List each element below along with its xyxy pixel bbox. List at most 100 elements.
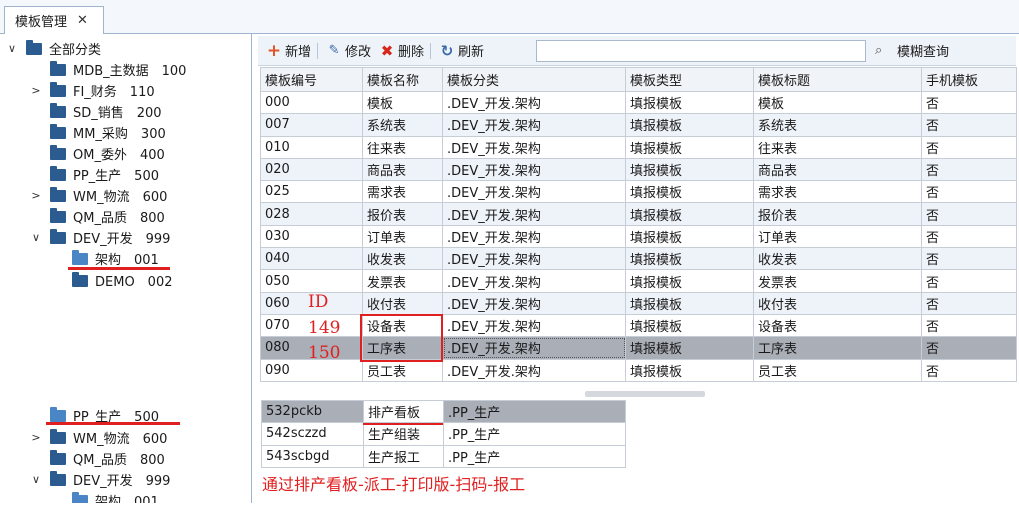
refresh-button[interactable]: ↻ 刷新 (439, 39, 484, 63)
column-header[interactable]: 手机模板 (921, 67, 1017, 92)
table-row[interactable]: 090 员工表 .DEV_开发.架构 填报模板 员工表否 (260, 358, 1017, 382)
table-cell[interactable]: 需求表 (753, 180, 922, 204)
chevron-right-icon[interactable]: > (30, 84, 42, 97)
table-cell[interactable]: .DEV_开发.架构 (442, 202, 626, 226)
table-cell[interactable]: 050 (260, 269, 363, 293)
table-cell[interactable]: 发票表 (753, 269, 922, 293)
fuzzy-search-button[interactable]: ⌕ 模糊查询 (875, 41, 949, 61)
tree-item-dev[interactable]: ∨ DEV_开发 999 (30, 227, 170, 248)
tree-item-pp[interactable]: PP_生产 500 (50, 164, 159, 185)
table-cell[interactable]: .DEV_开发.架构 (442, 180, 626, 204)
table-cell[interactable]: 往来表 (362, 135, 443, 159)
table-cell[interactable]: .DEV_开发.架构 (442, 157, 626, 182)
table-cell[interactable]: 排产看板 (363, 399, 444, 424)
table-cell[interactable]: 往来表 (753, 135, 922, 159)
table-cell[interactable]: 否 (921, 113, 1017, 137)
table-cell[interactable]: 025 (260, 180, 363, 204)
table-cell[interactable]: 否 (921, 180, 1017, 204)
tree-item-wm[interactable]: > WM_物流 600 (30, 427, 167, 448)
table-row-selected[interactable]: 532pckb 排产看板 .PP_生产 (261, 399, 626, 424)
tree-item-mdb[interactable]: MDB_主数据 100 (50, 59, 186, 80)
table-cell[interactable]: 否 (921, 157, 1017, 182)
table-row[interactable]: 542sczzd 生产组装 .PP_生产 (261, 422, 626, 446)
table-cell[interactable]: 模板 (362, 90, 443, 115)
table-cell[interactable]: 商品表 (753, 157, 922, 182)
table-cell[interactable]: 010 (260, 135, 363, 159)
tree-item-sd[interactable]: SD_销售 200 (50, 101, 162, 122)
table-cell[interactable]: .DEV_开发.架构 (442, 291, 626, 315)
table-cell[interactable]: 收付表 (753, 291, 922, 315)
table-row[interactable]: 010 往来表 .DEV_开发.架构 填报模板 往来表否 (260, 135, 1017, 159)
table-cell[interactable]: .DEV_开发.架构 (442, 135, 626, 159)
table-cell[interactable]: 542sczzd (261, 422, 364, 446)
table-cell[interactable]: 订单表 (753, 224, 922, 249)
column-header[interactable]: 模板名称 (362, 67, 443, 92)
table-cell[interactable]: 532pckb (261, 399, 364, 424)
table-cell[interactable]: 订单表 (362, 224, 443, 249)
table-row[interactable]: 000 模板 .DEV_开发.架构 填报模板 模板否 (260, 90, 1017, 115)
table-cell[interactable]: 否 (921, 135, 1017, 159)
table-cell[interactable]: 否 (921, 90, 1017, 115)
table-cell[interactable]: 填报模板 (625, 224, 754, 249)
table-cell[interactable]: 填报模板 (625, 247, 754, 271)
table-cell[interactable]: 模板 (753, 90, 922, 115)
table-cell[interactable]: 报价表 (362, 202, 443, 226)
column-header[interactable]: 模板编号 (260, 67, 363, 92)
table-cell[interactable]: 填报模板 (625, 269, 754, 293)
table-cell[interactable]: 否 (921, 247, 1017, 271)
table-cell[interactable]: 填报模板 (625, 202, 754, 226)
table-row[interactable]: 030 订单表 .DEV_开发.架构 填报模板 订单表否 (260, 224, 1017, 249)
column-header[interactable]: 模板类型 (625, 67, 754, 92)
table-cell[interactable]: 填报模板 (625, 113, 754, 137)
table-cell[interactable]: 否 (921, 291, 1017, 315)
table-cell[interactable]: 否 (921, 224, 1017, 249)
table-cell[interactable]: 填报模板 (625, 157, 754, 182)
tree-item-dev[interactable]: ∨ DEV_开发 999 (30, 469, 170, 490)
table-cell[interactable]: 系统表 (362, 113, 443, 137)
table-cell[interactable]: 商品表 (362, 157, 443, 182)
table-cell[interactable]: 020 (260, 157, 363, 182)
table-cell[interactable]: 员工表 (753, 358, 922, 382)
table-cell[interactable]: 设备表 (753, 313, 922, 338)
table-cell[interactable]: 收发表 (362, 247, 443, 271)
chevron-right-icon[interactable]: > (30, 189, 42, 202)
tree-item-fi[interactable]: > FI_财务 110 (30, 80, 155, 101)
table-cell[interactable]: 报价表 (753, 202, 922, 226)
table-cell[interactable]: 填报模板 (625, 90, 754, 115)
table-cell[interactable]: 否 (921, 269, 1017, 293)
tree-item-om[interactable]: OM_委外 400 (50, 143, 165, 164)
table-row[interactable]: 050 发票表 .DEV_开发.架构 填报模板 发票表否 (260, 269, 1017, 293)
table-cell[interactable]: .PP_生产 (443, 422, 626, 446)
chevron-down-icon[interactable]: ∨ (30, 473, 42, 486)
table-cell[interactable]: .PP_生产 (443, 399, 626, 424)
table-cell[interactable]: 需求表 (362, 180, 443, 204)
table-cell[interactable]: 系统表 (753, 113, 922, 137)
table-cell[interactable]: .DEV_开发.架构 (442, 313, 626, 338)
table-cell[interactable]: 填报模板 (625, 313, 754, 338)
edit-button[interactable]: ✎ 修改 (326, 39, 371, 63)
tree-item-wm[interactable]: > WM_物流 600 (30, 185, 167, 206)
table-row[interactable]: 060 收付表 .DEV_开发.架构 填报模板 收付表否 (260, 291, 1017, 315)
table-cell[interactable]: 000 (260, 90, 363, 115)
table-cell[interactable]: 填报模板 (625, 336, 754, 360)
table-cell[interactable]: 填报模板 (625, 135, 754, 159)
table-cell[interactable]: 030 (260, 224, 363, 249)
table-cell[interactable]: 填报模板 (625, 291, 754, 315)
table-cell[interactable]: 生产组装 (363, 422, 444, 446)
table-row[interactable]: 020 商品表 .DEV_开发.架构 填报模板 商品表否 (260, 157, 1017, 182)
chevron-down-icon[interactable]: ∨ (6, 42, 18, 55)
column-header[interactable]: 模板分类 (442, 67, 626, 92)
tree-item-mm[interactable]: MM_采购 300 (50, 122, 166, 143)
close-icon[interactable]: ✕ (77, 13, 88, 28)
table-cell[interactable]: 工序表 (753, 336, 922, 360)
table-cell-focused[interactable]: .DEV_开发.架构 (442, 336, 626, 360)
table-cell[interactable]: 543scbgd (261, 444, 364, 468)
table-cell[interactable]: 收付表 (362, 291, 443, 315)
tree-item-qm[interactable]: QM_品质 800 (50, 206, 165, 227)
table-cell[interactable]: 填报模板 (625, 358, 754, 382)
add-button[interactable]: + 新增 (266, 39, 311, 63)
table-cell[interactable]: 007 (260, 113, 363, 137)
table-cell[interactable]: .DEV_开发.架构 (442, 247, 626, 271)
table-cell[interactable]: 发票表 (362, 269, 443, 293)
table-cell[interactable]: 否 (921, 336, 1017, 360)
